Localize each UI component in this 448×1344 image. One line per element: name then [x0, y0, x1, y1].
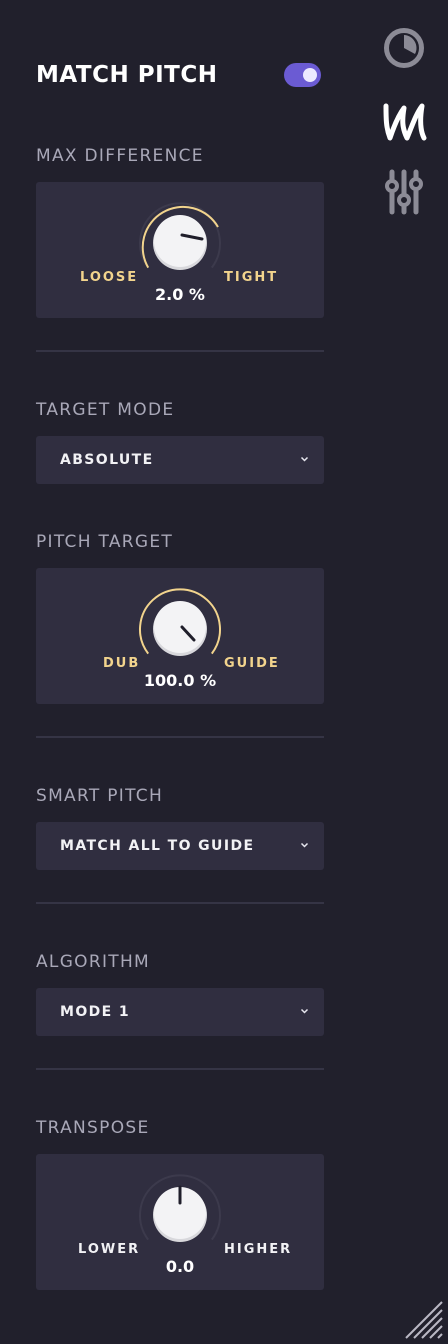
transpose-knob[interactable] — [134, 1163, 226, 1255]
divider — [36, 1068, 324, 1070]
max-difference-value: 2.0 % — [155, 285, 205, 304]
algorithm-dropdown[interactable]: MODE 1 — [36, 988, 324, 1036]
max-difference-knob-box: LOOSE TIGHT 2.0 % — [36, 182, 324, 318]
toggle-knob — [303, 68, 317, 82]
transpose-knob-box: LOWER HIGHER 0.0 — [36, 1154, 324, 1290]
smart-pitch-dropdown[interactable]: MATCH ALL TO GUIDE — [36, 822, 324, 870]
clock-icon[interactable] — [380, 26, 428, 70]
transpose-value: 0.0 — [165, 1257, 195, 1276]
transpose-label: TRANSPOSE — [36, 1118, 150, 1138]
panel-title: MATCH PITCH — [36, 62, 218, 88]
pitch-target-knob-box: DUB GUIDE 100.0 % — [36, 568, 324, 704]
match-pitch-panel: MATCH PITCH MAX DIFFERENCE LOOSE TIGHT 2… — [0, 0, 448, 1344]
resize-grip-icon[interactable] — [402, 1298, 444, 1340]
algorithm-label: ALGORITHM — [36, 952, 151, 972]
divider — [36, 736, 324, 738]
chevron-down-icon — [300, 456, 309, 462]
chevron-down-icon — [300, 1008, 309, 1014]
lower-label: LOWER — [78, 1242, 141, 1257]
sliders-icon[interactable] — [380, 168, 428, 216]
higher-label: HIGHER — [224, 1242, 293, 1257]
dub-label: DUB — [103, 656, 141, 671]
target-mode-dropdown[interactable]: ABSOLUTE — [36, 436, 324, 484]
enable-toggle[interactable] — [284, 63, 321, 87]
smart-pitch-label: SMART PITCH — [36, 786, 164, 806]
max-difference-knob[interactable] — [134, 191, 226, 283]
tight-label: TIGHT — [224, 270, 279, 285]
divider — [36, 902, 324, 904]
divider — [36, 350, 324, 352]
m-logo-icon[interactable] — [380, 96, 428, 144]
pitch-target-label: PITCH TARGET — [36, 532, 174, 552]
loose-label: LOOSE — [80, 270, 139, 285]
guide-label: GUIDE — [224, 656, 280, 671]
algorithm-selected: MODE 1 — [60, 1004, 131, 1020]
target-mode-label: TARGET MODE — [36, 400, 175, 420]
smart-pitch-selected: MATCH ALL TO GUIDE — [60, 838, 255, 854]
max-difference-label: MAX DIFFERENCE — [36, 146, 204, 166]
target-mode-selected: ABSOLUTE — [60, 452, 154, 468]
chevron-down-icon — [300, 842, 309, 848]
pitch-target-value: 100.0 % — [143, 671, 217, 690]
pitch-target-knob[interactable] — [134, 577, 226, 669]
